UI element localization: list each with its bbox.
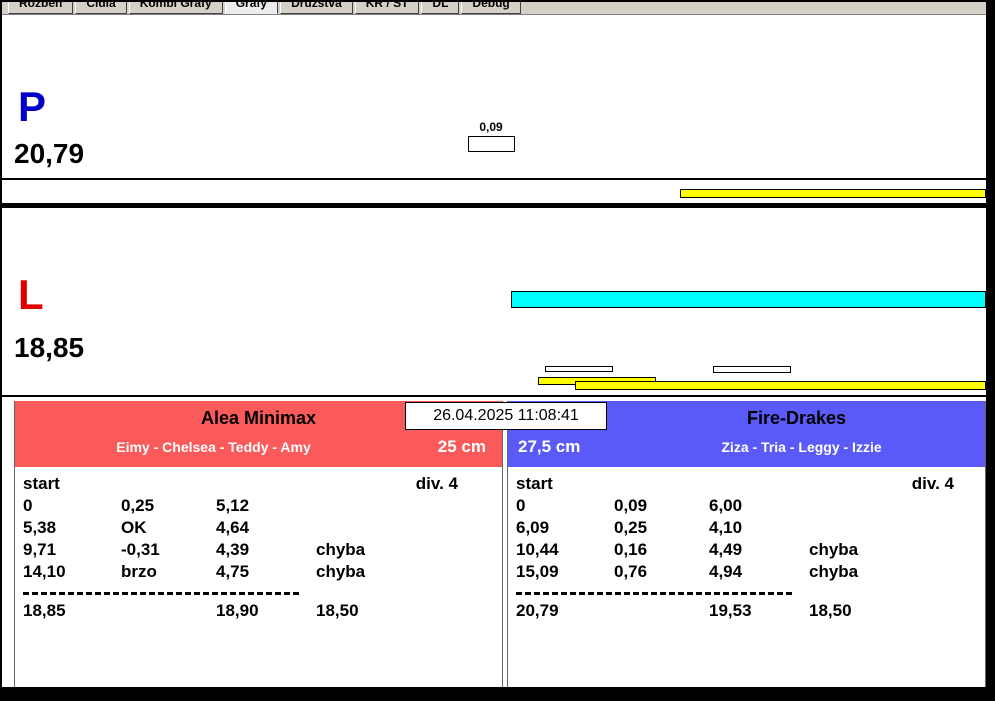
dog-names: Eimy - Chelsea - Teddy - Amy: [116, 439, 311, 455]
result-cell: 14,10: [23, 562, 66, 581]
bottom-border-strip: [0, 687, 995, 701]
result-cell: 5,12: [216, 496, 250, 515]
result-row: 14,10 brzo 4,75 chyba: [23, 561, 502, 583]
result-cell: OK: [121, 518, 147, 537]
table-header-division: div. 4: [911, 474, 954, 493]
result-cell: 10,44: [516, 540, 559, 559]
result-cell: 15,09: [516, 562, 559, 581]
result-row: 5,38 OK 4,64: [23, 517, 502, 539]
lane-p-baseline: [2, 178, 986, 180]
result-row: 15,09 0,76 4,94 chyba: [516, 561, 985, 583]
results-table: start div. 4 0 0,09 6,00 6,09 0,25 4,10: [508, 467, 985, 622]
tab-grafy[interactable]: Grafy: [224, 2, 279, 14]
timestamp-box: 26.04.2025 11:08:41: [405, 402, 607, 430]
tab-strip: Rozbeh Cidla Kombi Grafy Grafy Družstvá …: [8, 2, 521, 14]
total-value: 18,50: [316, 601, 359, 620]
result-cell: 6,00: [709, 496, 743, 515]
lane-p-time: 20,79: [14, 138, 85, 169]
result-cell: [809, 517, 985, 539]
tab-kr-st[interactable]: KR / ST: [354, 2, 420, 14]
result-cell: 6,09: [516, 518, 550, 537]
table-header-start: start: [516, 474, 553, 493]
split-time-marker: 0,09: [452, 120, 530, 152]
result-cell: 4,64: [216, 518, 250, 537]
panels-top-border: [2, 395, 986, 397]
totals-separator: [516, 592, 792, 595]
result-cell: chyba: [809, 540, 859, 559]
lane-l-marker-bar-1: [545, 366, 613, 372]
lane-l-time: 18,85: [14, 332, 85, 363]
result-cell: 0,16: [614, 540, 648, 559]
lane-p-label: P: [18, 83, 47, 130]
team-panel-left: Alea Minimax Eimy - Chelsea - Teddy - Am…: [14, 401, 503, 687]
result-cell: chyba: [316, 562, 366, 581]
total-value: 18,50: [809, 601, 852, 620]
total-value: 18,90: [216, 601, 259, 620]
total-time: 20,79: [516, 601, 559, 620]
tab-dl[interactable]: DL: [421, 2, 460, 14]
tab-druzstva[interactable]: Družstvá: [280, 2, 353, 14]
result-cell: -0,31: [121, 540, 160, 559]
lane-l-progress-bar: [575, 381, 986, 390]
total-value: 19,53: [709, 601, 752, 620]
result-cell: 0: [23, 496, 33, 515]
result-row: 6,09 0,25 4,10: [516, 517, 985, 539]
lane-l-marker-bar-2: [713, 366, 791, 373]
result-row: 9,71 -0,31 4,39 chyba: [23, 539, 502, 561]
application-window: Rozbeh Cidla Kombi Grafy Grafy Družstvá …: [0, 0, 995, 701]
tab-cidla[interactable]: Cidla: [75, 2, 127, 14]
result-cell: 4,94: [709, 562, 743, 581]
result-cell: 4,49: [709, 540, 743, 559]
result-cell: 0,25: [121, 496, 155, 515]
result-cell: [809, 495, 985, 517]
result-cell: 0: [516, 496, 526, 515]
jump-height: 25 cm: [437, 437, 486, 456]
right-border-strip: [986, 0, 995, 701]
totals-row: 18,85 18,90 18,50: [23, 600, 502, 622]
lane-l-label: L: [18, 271, 44, 318]
result-cell: 4,10: [709, 518, 743, 537]
totals-separator: [23, 592, 299, 595]
team-panel-right: Fire-Drakes Ziza - Tria - Leggy - Izzie …: [507, 401, 986, 687]
results-area: 26.04.2025 11:08:41 Alea Minimax Eimy - …: [2, 399, 986, 687]
result-cell: 0,76: [614, 562, 648, 581]
main-window: Rozbeh Cidla Kombi Grafy Grafy Družstvá …: [2, 2, 986, 687]
result-cell: 0,25: [614, 518, 648, 537]
results-table: start div. 4 0 0,25 5,12 5,38 OK 4,64 9,…: [15, 467, 502, 622]
split-time-box: [467, 136, 515, 152]
result-cell: [316, 495, 502, 517]
table-header-start: start: [23, 474, 60, 493]
result-cell: 4,39: [216, 540, 250, 559]
totals-row: 20,79 19,53 18,50: [516, 600, 985, 622]
result-cell: 4,75: [216, 562, 250, 581]
result-cell: chyba: [316, 540, 366, 559]
result-cell: 5,38: [23, 518, 57, 537]
tab-debug[interactable]: Debug: [461, 2, 521, 14]
result-cell: chyba: [809, 562, 859, 581]
result-row: 10,44 0,16 4,49 chyba: [516, 539, 985, 561]
total-time: 18,85: [23, 601, 66, 620]
split-time-label: 0,09: [479, 120, 503, 134]
result-row: 0 0,09 6,00: [516, 495, 985, 517]
tab-kombi-grafy[interactable]: Kombi Grafy: [128, 2, 223, 14]
result-cell: [316, 517, 502, 539]
lane-divider: [2, 203, 986, 208]
result-cell: 9,71: [23, 540, 57, 559]
lane-p-progress-bar: [680, 189, 986, 198]
jump-height: 27,5 cm: [518, 437, 581, 456]
menu-bar: Rozbeh Cidla Kombi Grafy Grafy Družstvá …: [2, 2, 986, 15]
table-header-division: div. 4: [415, 474, 458, 493]
tab-rozbeh[interactable]: Rozbeh: [8, 2, 74, 14]
result-cell: brzo: [121, 562, 157, 581]
result-row: 0 0,25 5,12: [23, 495, 502, 517]
lane-l-run-bar: [511, 291, 986, 308]
result-cell: 0,09: [614, 496, 648, 515]
